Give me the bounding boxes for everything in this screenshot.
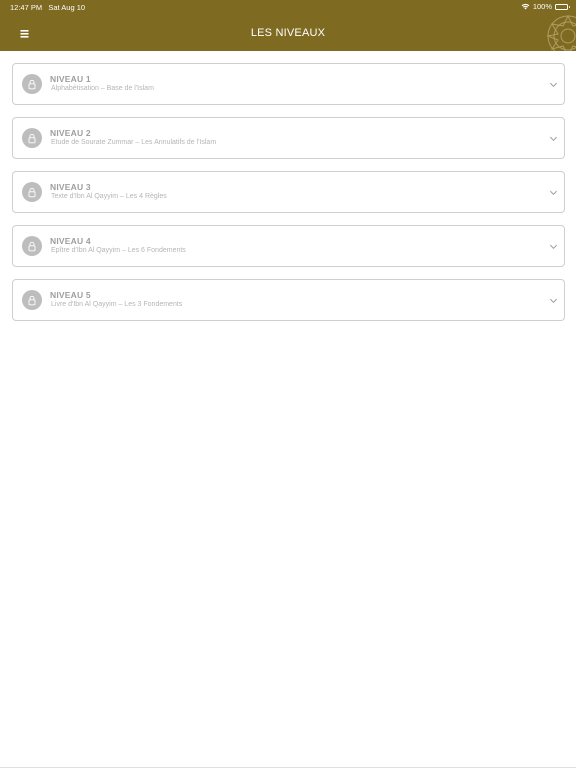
level-card-3[interactable]: NIVEAU 3 Texte d'Ibn Al Qayyim – Les 4 R… xyxy=(12,171,565,213)
status-indicators: 100% xyxy=(521,2,570,11)
chevron-down-icon[interactable] xyxy=(549,188,558,197)
level-subtitle: Epître d'Ibn Al Qayyim – Les 6 Fondement… xyxy=(51,247,186,254)
level-card-5[interactable]: NIVEAU 5 Livre d'Ibn Al Qayyim – Les 3 F… xyxy=(12,279,565,321)
status-time-text: 12:47 PM xyxy=(10,3,43,12)
lock-icon xyxy=(28,187,36,197)
level-title: NIVEAU 3 xyxy=(50,182,91,192)
level-title: NIVEAU 4 xyxy=(50,236,91,246)
level-subtitle: Texte d'Ibn Al Qayyim – Les 4 Règles xyxy=(51,193,167,200)
level-subtitle: Etude de Sourate Zummar – Les Annulatifs… xyxy=(51,139,217,146)
lock-icon xyxy=(28,133,36,143)
lock-badge xyxy=(22,74,42,94)
wifi-icon xyxy=(521,3,530,10)
lock-icon xyxy=(28,295,36,305)
level-subtitle: Alphabétisation – Base de l'Islam xyxy=(51,85,154,92)
status-date-text: Sat Aug 10 xyxy=(48,3,86,12)
arabesque-ornament-icon xyxy=(546,14,576,51)
chevron-down-icon[interactable] xyxy=(549,242,558,251)
lock-icon xyxy=(28,241,36,251)
app-header: 12:47 PM Sat Aug 10 100% LES NIVEAUX xyxy=(0,0,576,51)
lock-badge xyxy=(22,290,42,310)
battery-icon xyxy=(555,3,570,10)
level-subtitle: Livre d'Ibn Al Qayyim – Les 3 Fondements xyxy=(51,301,183,308)
level-card-4[interactable]: NIVEAU 4 Epître d'Ibn Al Qayyim – Les 6 … xyxy=(12,225,565,267)
lock-badge xyxy=(22,236,42,256)
battery-percent: 100% xyxy=(532,2,552,11)
chevron-down-icon[interactable] xyxy=(549,134,558,143)
level-title: NIVEAU 2 xyxy=(50,128,91,138)
status-time: 12:47 PM Sat Aug 10 xyxy=(10,3,85,12)
lock-icon xyxy=(28,79,36,89)
page-title: LES NIVEAUX xyxy=(250,27,326,39)
lock-badge xyxy=(22,182,42,202)
level-title: NIVEAU 5 xyxy=(50,290,91,300)
levels-list: NIVEAU 1 Alphabétisation – Base de l'Isl… xyxy=(12,63,565,333)
level-card-1[interactable]: NIVEAU 1 Alphabétisation – Base de l'Isl… xyxy=(12,63,565,105)
lock-badge xyxy=(22,128,42,148)
chevron-down-icon[interactable] xyxy=(549,296,558,305)
level-title: NIVEAU 1 xyxy=(50,74,91,84)
status-bar: 12:47 PM Sat Aug 10 100% xyxy=(0,0,576,14)
chevron-down-icon[interactable] xyxy=(549,80,558,89)
level-card-2[interactable]: NIVEAU 2 Etude de Sourate Zummar – Les A… xyxy=(12,117,565,159)
